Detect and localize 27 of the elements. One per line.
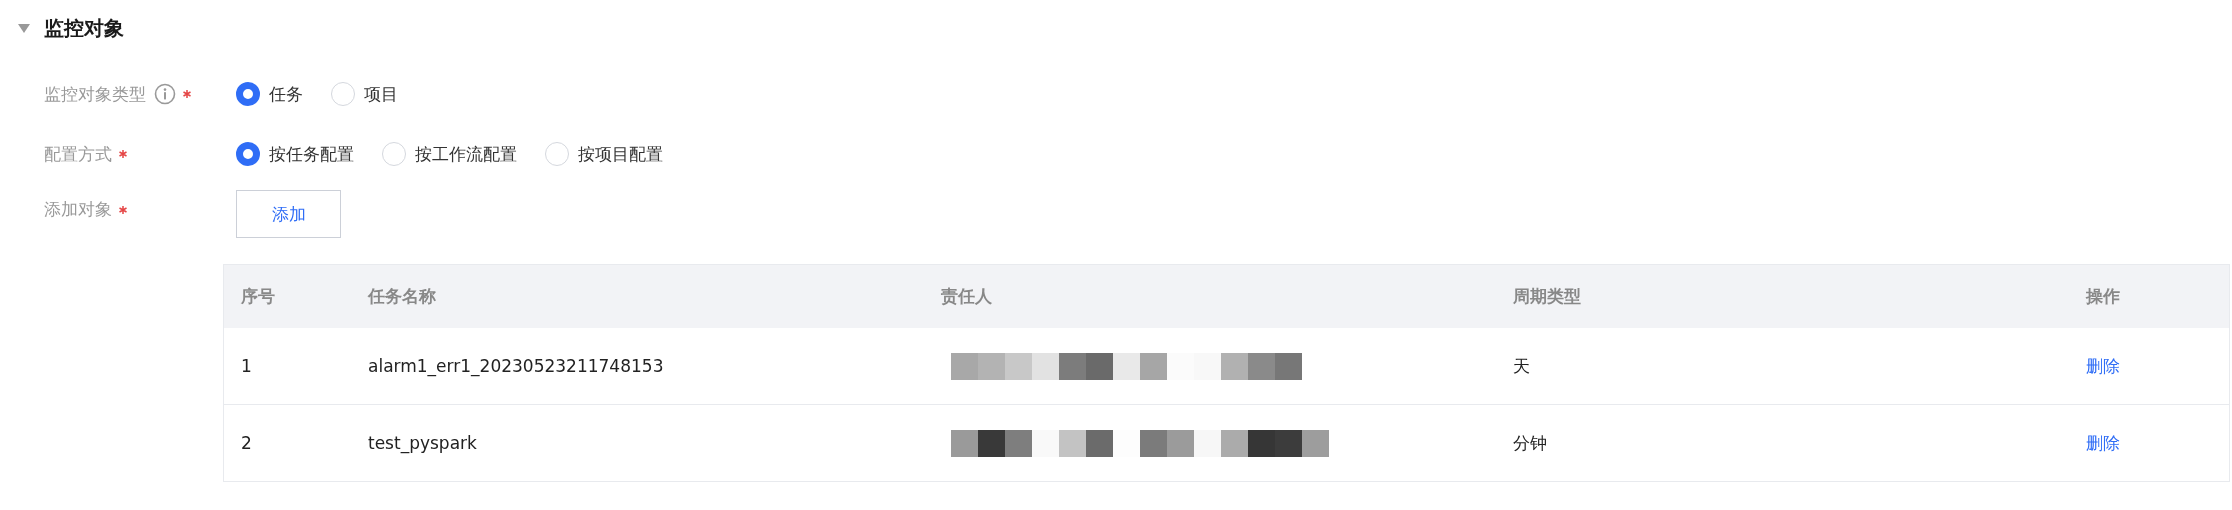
section-title: 监控对象 xyxy=(44,14,124,42)
table-cell: alarm1_err1_20230523211748153 xyxy=(368,356,664,376)
table-cell: 1 xyxy=(241,356,252,376)
delete-link[interactable]: 删除 xyxy=(2086,431,2120,455)
info-icon[interactable] xyxy=(154,83,176,105)
radio-button[interactable] xyxy=(236,142,260,166)
column-header: 周期类型 xyxy=(1513,285,1581,308)
radio-option[interactable]: 按工作流配置 xyxy=(382,142,517,166)
table-cell: 分钟 xyxy=(1513,431,1547,455)
column-header: 操作 xyxy=(2086,285,2120,308)
radio-option[interactable]: 按项目配置 xyxy=(545,142,663,166)
column-header: 任务名称 xyxy=(368,285,436,308)
add-button[interactable]: 添加 xyxy=(236,190,341,238)
delete-link[interactable]: 删除 xyxy=(2086,354,2120,378)
column-header: 责任人 xyxy=(941,285,992,308)
radio-option[interactable]: 任务 xyxy=(236,82,303,106)
radio-button[interactable] xyxy=(236,82,260,106)
radio-option[interactable]: 按任务配置 xyxy=(236,142,354,166)
table-cell: 2 xyxy=(241,433,252,453)
table-cell: 天 xyxy=(1513,354,1530,378)
radio-option[interactable]: 项目 xyxy=(331,82,398,106)
field-label: 添加对象 xyxy=(44,198,112,221)
column-header: 序号 xyxy=(241,285,275,308)
field-label: 配置方式 xyxy=(44,142,112,166)
table-cell: test_pyspark xyxy=(368,433,477,453)
collapse-triangle-icon[interactable] xyxy=(18,23,30,33)
field-label: 监控对象类型 xyxy=(44,82,146,106)
